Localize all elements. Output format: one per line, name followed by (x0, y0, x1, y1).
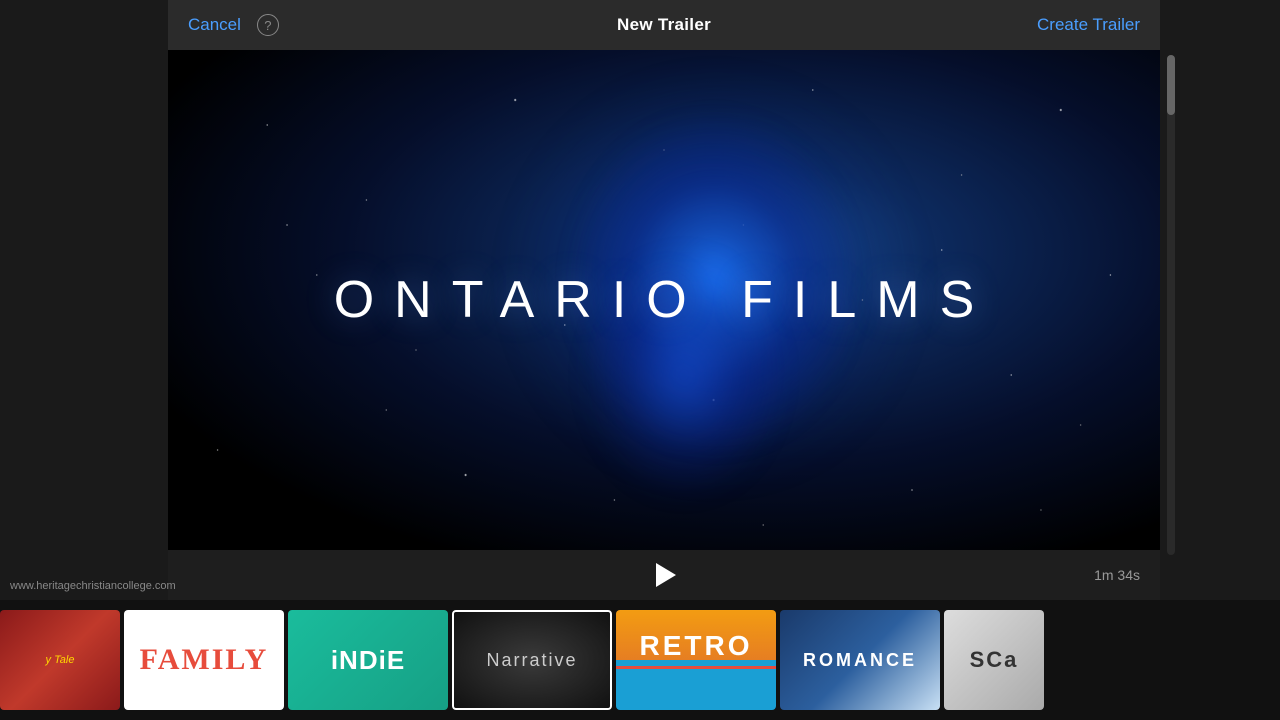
thumbnail-scary[interactable]: SCa (944, 610, 1044, 710)
preview-background: ONTARIO FILMS (168, 50, 1160, 550)
play-button[interactable] (656, 563, 676, 587)
preview-area: ONTARIO FILMS (168, 50, 1160, 550)
top-bar: Cancel ? New Trailer Create Trailer (168, 0, 1160, 50)
indie-label: iNDiE (331, 645, 405, 676)
fairytale-label: y Tale (46, 653, 75, 667)
duration-label: 1m 34s (1094, 567, 1140, 583)
create-trailer-button[interactable]: Create Trailer (1037, 15, 1140, 35)
scary-label: SCa (970, 647, 1019, 673)
thumbnail-romance[interactable]: ROMANCE (780, 610, 940, 710)
thumbnail-family[interactable]: FAMILY (124, 610, 284, 710)
preview-title-text: ONTARIO FILMS (334, 270, 995, 330)
thumbnail-retro[interactable]: RETRO (616, 610, 776, 710)
retro-label: RETRO (640, 630, 753, 662)
narrative-label: Narrative (486, 650, 577, 671)
thumbnail-fairytale[interactable]: y Tale (0, 610, 120, 710)
thumbnail-strip: y Tale FAMILY iNDiE Narrative RETRO ROMA… (0, 600, 1280, 720)
cancel-button[interactable]: Cancel (188, 15, 241, 35)
watermark: www.heritagechristiancollege.com (10, 580, 176, 592)
scrollbar-thumb[interactable] (1167, 55, 1175, 115)
thumbnail-narrative[interactable]: Narrative (452, 610, 612, 710)
controls-bar: 1m 34s (168, 550, 1160, 600)
help-button[interactable]: ? (257, 14, 279, 36)
top-bar-left: Cancel ? (188, 14, 279, 36)
scrollbar-track[interactable] (1167, 55, 1175, 555)
page-title: New Trailer (617, 15, 711, 35)
thumbnail-indie[interactable]: iNDiE (288, 610, 448, 710)
family-label: FAMILY (140, 643, 269, 677)
romance-label: ROMANCE (803, 650, 917, 671)
